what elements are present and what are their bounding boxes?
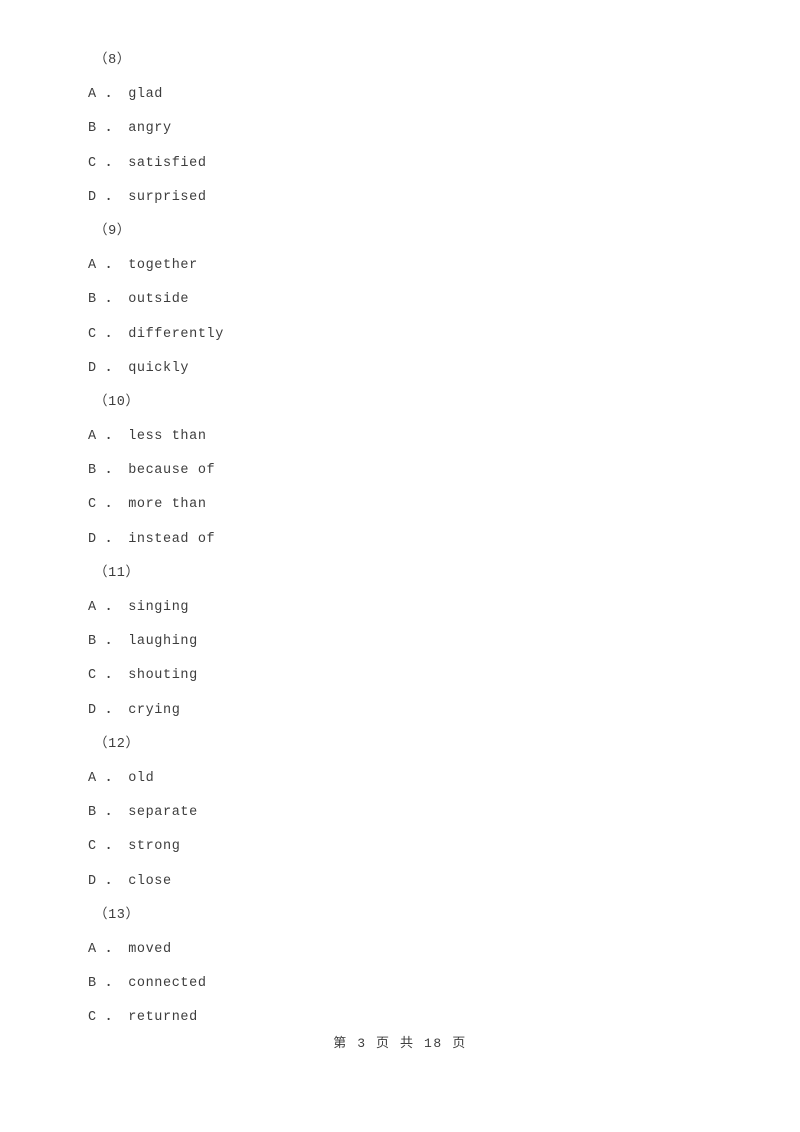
option-item[interactable]: C ． satisfied [88,147,728,181]
question-block: （10） A ． less than B ． because of C ． mo… [88,386,728,557]
question-number: （10） [94,394,140,410]
question-number: （8） [94,53,131,68]
option-item[interactable]: A ． glad [88,78,728,112]
option-item[interactable]: A ． moved [88,933,728,967]
option-item[interactable]: C ． differently [88,318,728,352]
option-item[interactable]: B ． connected [88,967,728,1001]
question-number: （11） [94,565,140,581]
option-item[interactable]: A ． singing [88,591,728,625]
option-item[interactable]: B ． angry [88,112,728,146]
question-number: （13） [94,907,140,923]
question-block: （11） A ． singing B ． laughing C ． shouti… [88,557,728,728]
question-block: （13） A ． moved B ． connected C ． returne… [88,899,728,1036]
option-item[interactable]: C ． shouting [88,659,728,693]
question-block: （12） A ． old B ． separate C ． strong D ．… [88,728,728,899]
option-item[interactable]: D ． quickly [88,352,728,386]
option-item[interactable]: B ． separate [88,796,728,830]
option-item[interactable]: C ． strong [88,830,728,864]
option-item[interactable]: C ． more than [88,488,728,522]
option-item[interactable]: B ． because of [88,454,728,488]
question-number: （12） [94,736,140,752]
option-item[interactable]: A ． old [88,762,728,796]
option-item[interactable]: A ． together [88,249,728,283]
option-item[interactable]: D ． surprised [88,181,728,215]
question-list: （8） A ． glad B ． angry C ． satisfied D ．… [88,44,728,1035]
option-item[interactable]: B ． outside [88,283,728,317]
document-page: （8） A ． glad B ． angry C ． satisfied D ．… [0,0,800,1132]
question-block: （8） A ． glad B ． angry C ． satisfied D ．… [88,44,728,215]
option-item[interactable]: D ． crying [88,694,728,728]
page-footer: 第 3 页 共 18 页 [333,1036,467,1051]
question-block: （9） A ． together B ． outside C ． differe… [88,215,728,386]
option-item[interactable]: C ． returned [88,1001,728,1035]
option-item[interactable]: B ． laughing [88,625,728,659]
option-item[interactable]: D ． close [88,865,728,899]
option-item[interactable]: D ． instead of [88,523,728,557]
option-item[interactable]: A ． less than [88,420,728,454]
question-number: （9） [94,223,131,239]
